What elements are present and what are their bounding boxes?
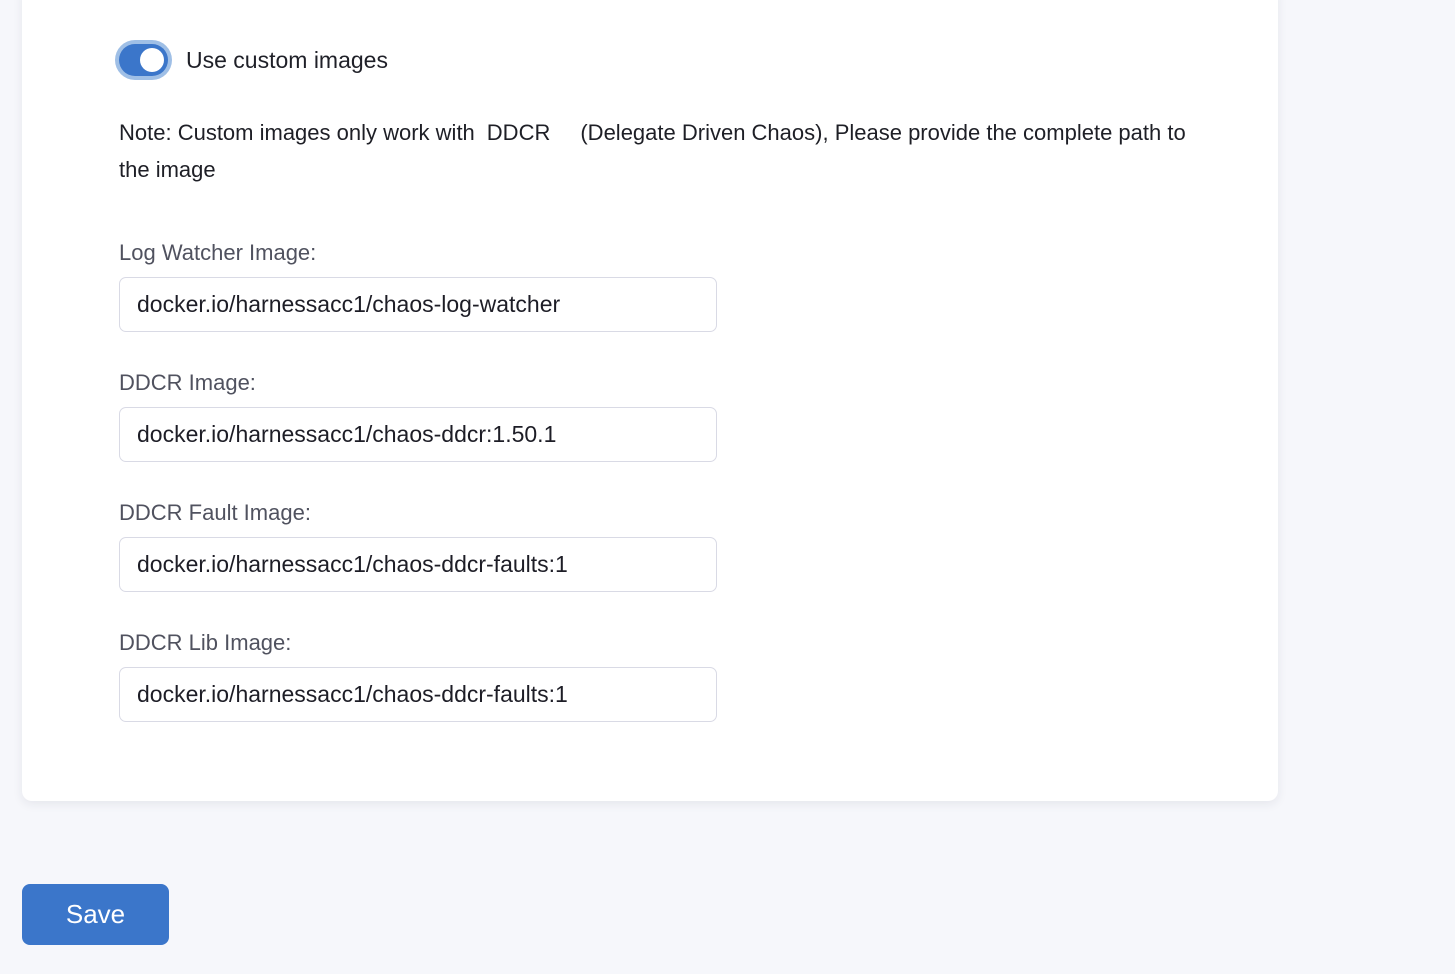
toggle-knob	[140, 48, 164, 72]
save-button[interactable]: Save	[22, 884, 169, 945]
log-watcher-image-field: Log Watcher Image:	[119, 240, 717, 332]
page-background: Use custom images Note: Custom images on…	[0, 0, 1455, 974]
note-text-before: Note: Custom images only work with	[119, 120, 475, 145]
toggle-track	[119, 44, 168, 76]
ddcr-fault-image-label: DDCR Fault Image:	[119, 500, 717, 526]
log-watcher-image-label: Log Watcher Image:	[119, 240, 717, 266]
log-watcher-image-input[interactable]	[119, 277, 717, 332]
custom-images-note: Note: Custom images only work withDDCR(D…	[119, 114, 1194, 188]
note-ddcr-code: DDCR	[487, 120, 551, 145]
ddcr-image-field: DDCR Image:	[119, 370, 717, 462]
use-custom-images-row: Use custom images	[115, 40, 388, 80]
use-custom-images-label: Use custom images	[186, 47, 388, 74]
ddcr-image-input[interactable]	[119, 407, 717, 462]
ddcr-lib-image-field: DDCR Lib Image:	[119, 630, 717, 722]
ddcr-image-label: DDCR Image:	[119, 370, 717, 396]
use-custom-images-toggle[interactable]	[115, 40, 172, 80]
ddcr-fault-image-field: DDCR Fault Image:	[119, 500, 717, 592]
ddcr-lib-image-label: DDCR Lib Image:	[119, 630, 717, 656]
ddcr-lib-image-input[interactable]	[119, 667, 717, 722]
ddcr-fault-image-input[interactable]	[119, 537, 717, 592]
